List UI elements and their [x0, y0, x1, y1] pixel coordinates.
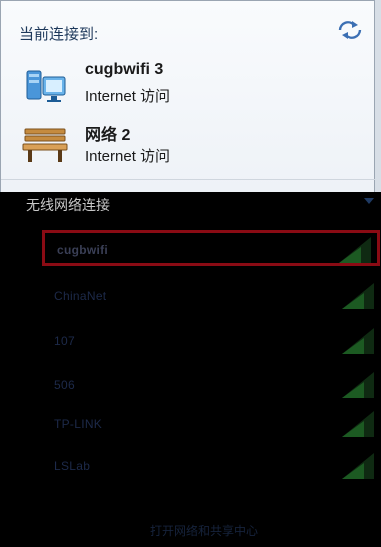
wifi-ssid: cugbwifi	[57, 243, 109, 257]
signal-strength-icon	[342, 453, 374, 479]
signal-strength-icon	[342, 328, 374, 354]
signal-strength-icon	[342, 283, 374, 309]
wifi-item[interactable]: LSLab	[42, 449, 380, 485]
wifi-item[interactable]: 107	[42, 324, 380, 360]
wireless-network-list: cugbwifi ChinaNet 107 506 TP-LINK LSLab	[0, 0, 381, 547]
wifi-item-cugbwifi[interactable]: cugbwifi	[42, 230, 380, 266]
open-network-center-link[interactable]: 打开网络和共享中心	[150, 522, 258, 539]
signal-strength-icon	[342, 411, 374, 437]
wifi-item[interactable]: ChinaNet	[42, 279, 380, 315]
wifi-ssid: 506	[54, 378, 75, 392]
signal-strength-icon	[339, 237, 371, 263]
signal-strength-icon	[342, 372, 374, 398]
wifi-ssid: TP-LINK	[54, 417, 103, 431]
wifi-item[interactable]: 506	[42, 368, 380, 404]
wifi-ssid: 107	[54, 334, 75, 348]
wifi-ssid: LSLab	[54, 459, 91, 473]
wifi-ssid: ChinaNet	[54, 289, 107, 303]
wifi-item[interactable]: TP-LINK	[42, 407, 380, 443]
